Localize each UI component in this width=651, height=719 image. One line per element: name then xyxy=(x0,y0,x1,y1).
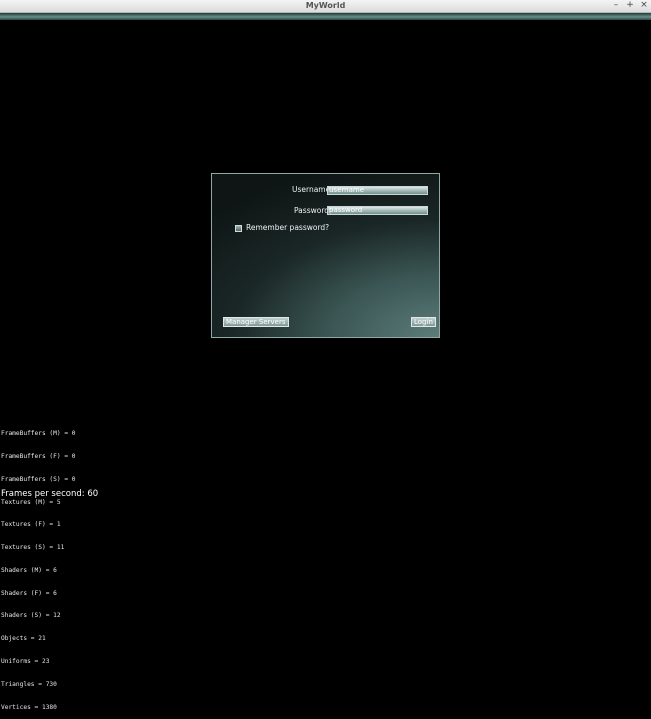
minimize-icon[interactable]: – xyxy=(610,0,622,12)
stat-line: Textures (F) = 1 xyxy=(1,521,61,529)
stat-line: Shaders (F) = 6 xyxy=(1,589,57,597)
stat-line: Triangles = 730 xyxy=(1,680,57,688)
render-stats: FrameBuffers (M) = 0 FrameBuffers (F) = … xyxy=(1,415,76,719)
stat-line: Vertices = 1380 xyxy=(1,703,57,711)
window-title: MyWorld xyxy=(305,1,346,10)
manager-servers-button[interactable]: Manager Servers xyxy=(223,317,289,327)
close-icon[interactable]: × xyxy=(638,0,650,12)
window-titlebar: MyWorld – + × xyxy=(0,0,651,13)
fps-counter: Frames per second: 60 xyxy=(1,489,99,499)
stat-line: FrameBuffers (F) = 0 xyxy=(1,452,76,460)
stat-line: Objects = 21 xyxy=(1,635,46,643)
stat-line: FrameBuffers (M) = 0 xyxy=(1,430,76,438)
stat-line: Shaders (S) = 12 xyxy=(1,612,61,620)
stat-line: FrameBuffers (S) = 0 xyxy=(1,475,76,483)
login-panel: Username: username Password: password Re… xyxy=(211,173,440,338)
stat-line: Textures (S) = 11 xyxy=(1,544,65,552)
remember-password-checkbox[interactable] xyxy=(235,225,242,232)
maximize-icon[interactable]: + xyxy=(624,0,636,12)
stat-line: Uniforms = 23 xyxy=(1,658,50,665)
password-label: Password: xyxy=(294,206,332,215)
remember-password-label: Remember password? xyxy=(246,223,330,232)
username-field[interactable]: username xyxy=(327,186,428,195)
stat-line: Shaders (M) = 6 xyxy=(1,566,57,574)
login-button[interactable]: Login xyxy=(411,317,436,327)
game-top-bar xyxy=(0,13,651,20)
password-field[interactable]: password xyxy=(327,206,428,215)
